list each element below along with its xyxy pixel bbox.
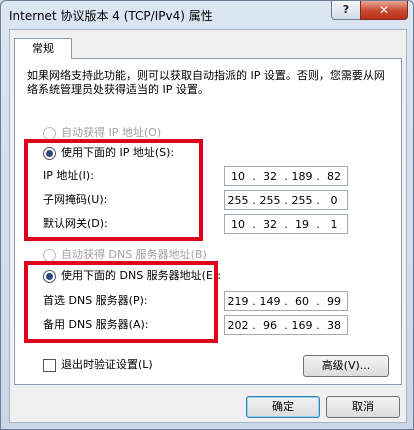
window-title: Internet 协议版本 4 (TCP/IPv4) 属性	[9, 9, 213, 23]
subnet-mask-input[interactable]: 255. 255. 255. 0	[224, 190, 348, 210]
ok-button[interactable]: 确定	[246, 396, 320, 418]
tcpip-properties-dialog: Internet 协议版本 4 (TCP/IPv4) 属性 ? ✕ 常规 如果网…	[0, 0, 414, 430]
alternate-dns-input[interactable]: 202. 96. 169. 38	[224, 315, 348, 335]
general-tab-panel: 如果网络支持此功能，则可以获取自动指派的 IP 设置。否则，您需要从网络系统管理…	[14, 58, 402, 385]
ip-octet: 32	[263, 169, 277, 183]
dns-octet: 60	[295, 294, 309, 308]
dns-octet: 169	[291, 318, 313, 332]
preferred-dns-input[interactable]: 219. 149. 60. 99	[224, 291, 348, 311]
ip-octet: 82	[327, 169, 341, 183]
checkbox-icon	[43, 358, 56, 372]
validate-on-exit-label: 退出时验证设置(L)	[61, 358, 153, 371]
tab-general[interactable]: 常规	[14, 38, 72, 59]
title-bar[interactable]: Internet 协议版本 4 (TCP/IPv4) 属性 ? ✕	[1, 1, 413, 29]
dns-octet: 99	[327, 294, 341, 308]
auto-dns-label: 自动获得 DNS 服务器地址(B)	[61, 248, 207, 261]
description-text: 如果网络支持此功能，则可以获取自动指派的 IP 设置。否则，您需要从网络系统管理…	[27, 69, 385, 96]
mask-octet: 255	[227, 193, 249, 207]
ip-address-input[interactable]: 10. 32. 189. 82	[224, 166, 348, 186]
mask-octet: 255	[259, 193, 281, 207]
gateway-octet: 1	[330, 217, 338, 231]
dns-octet: 219	[227, 294, 249, 308]
gateway-octet: 32	[263, 217, 277, 231]
cancel-button[interactable]: 取消	[326, 396, 400, 418]
help-button[interactable]: ?	[331, 1, 361, 20]
radio-icon	[43, 248, 56, 262]
gateway-octet: 10	[231, 217, 245, 231]
dns-octet: 202	[227, 318, 249, 332]
ip-octet: 10	[231, 169, 245, 183]
dns-octet: 149	[259, 294, 281, 308]
close-button[interactable]: ✕	[360, 1, 408, 20]
gateway-octet: 19	[295, 217, 309, 231]
dns-octet: 38	[327, 318, 341, 332]
dns-highlight-box	[24, 261, 218, 343]
dialog-client-area: 常规 如果网络支持此功能，则可以获取自动指派的 IP 设置。否则，您需要从网络系…	[9, 29, 407, 423]
mask-octet: 0	[330, 193, 338, 207]
ip-octet: 189	[291, 169, 313, 183]
radio-icon	[43, 126, 56, 140]
mask-octet: 255	[291, 193, 313, 207]
validate-on-exit-checkbox[interactable]: 退出时验证设置(L)	[43, 357, 153, 373]
ip-highlight-box	[24, 139, 203, 241]
auto-ip-label: 自动获得 IP 地址(O)	[61, 126, 162, 139]
advanced-button[interactable]: 高级(V)...	[303, 355, 389, 377]
default-gateway-input[interactable]: 10. 32. 19. 1	[224, 214, 348, 234]
dns-octet: 96	[263, 318, 277, 332]
